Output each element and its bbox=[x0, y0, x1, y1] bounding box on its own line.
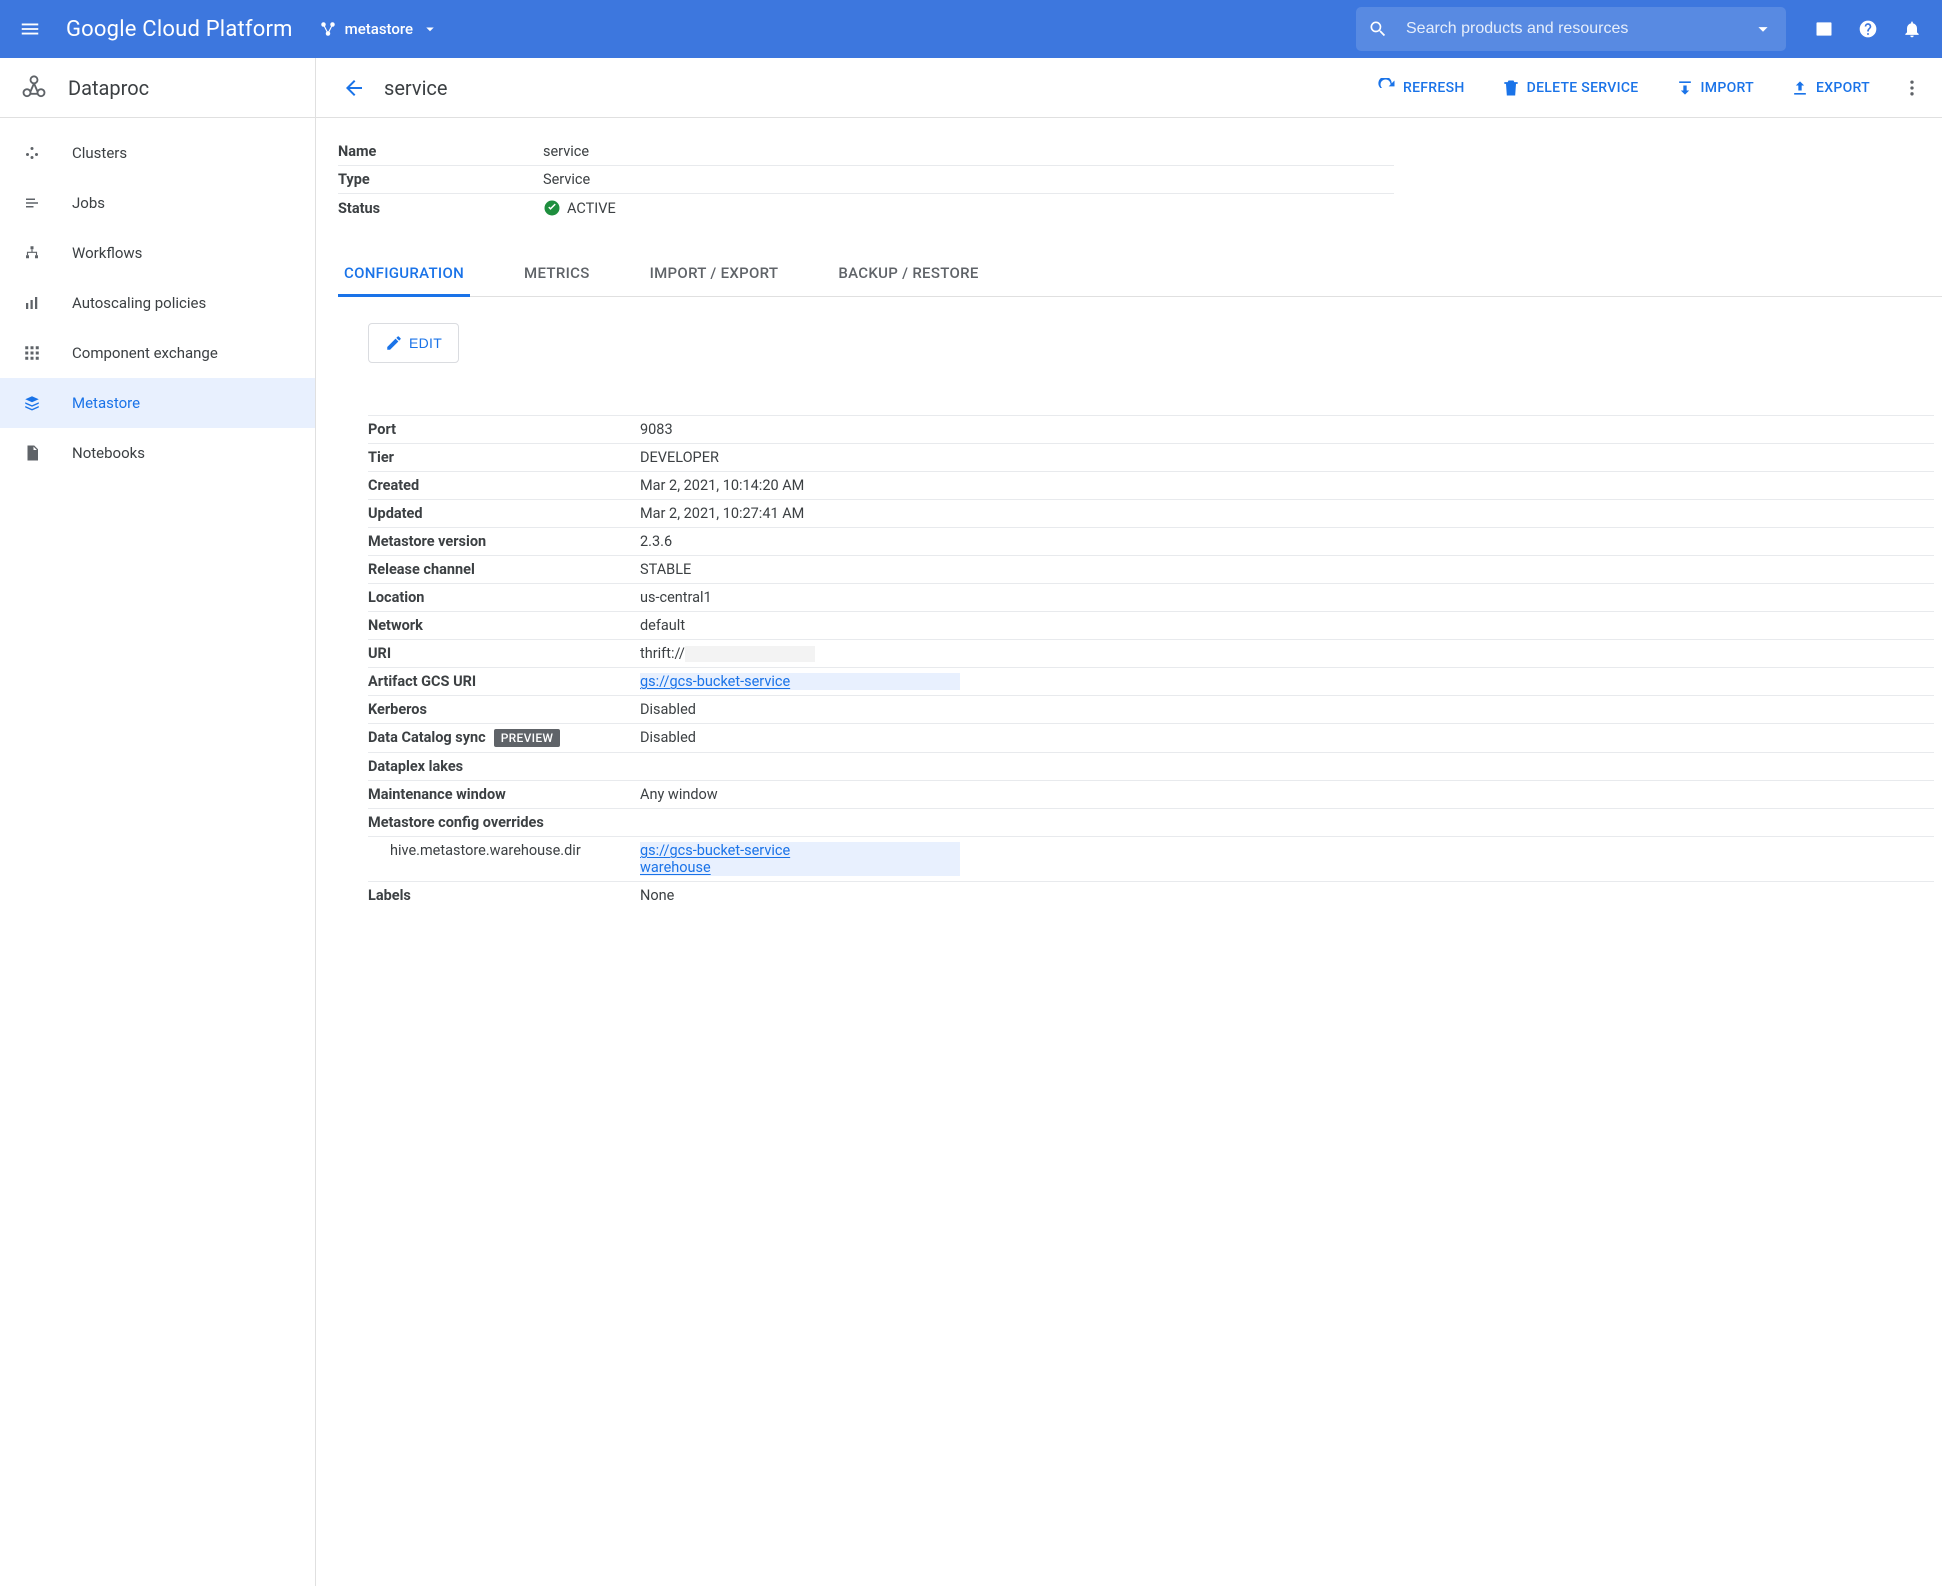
table-row: hive.metastore.warehouse.dirgs://gcs-buc… bbox=[368, 837, 1934, 882]
artifact-gcs-link[interactable]: gs://gcs-bucket-service bbox=[640, 673, 790, 690]
table-row: Type Service bbox=[338, 166, 1394, 194]
sidebar-item-label: Jobs bbox=[72, 194, 105, 212]
sidebar-title: Dataproc bbox=[68, 76, 149, 100]
table-row: Dataplex lakes bbox=[368, 753, 1934, 781]
metastore-icon bbox=[20, 394, 44, 412]
project-icon bbox=[319, 20, 337, 38]
notebooks-icon bbox=[20, 444, 44, 462]
sidebar-item-label: Workflows bbox=[72, 244, 142, 262]
delete-service-button[interactable]: DELETE SERVICE bbox=[1487, 68, 1653, 108]
table-row: Metastore version2.3.6 bbox=[368, 528, 1934, 556]
main-content: service REFRESH DELETE SERVICE IMPORT EX… bbox=[316, 58, 1942, 1586]
cloud-shell-icon[interactable] bbox=[1804, 9, 1844, 49]
sidebar: Dataproc Clusters Jobs Workflows Autosca… bbox=[0, 58, 316, 1586]
details-table: Port9083 TierDEVELOPER CreatedMar 2, 202… bbox=[368, 415, 1934, 909]
table-row: Port9083 bbox=[368, 416, 1934, 444]
table-row: Networkdefault bbox=[368, 612, 1934, 640]
sidebar-item-label: Autoscaling policies bbox=[72, 294, 206, 312]
summary-type-label: Type bbox=[338, 166, 543, 194]
override-link[interactable]: gs://gcs-bucket-service bbox=[640, 842, 790, 859]
notifications-icon[interactable] bbox=[1892, 9, 1932, 49]
search-box[interactable] bbox=[1356, 7, 1786, 51]
page-title: service bbox=[384, 76, 448, 100]
import-icon bbox=[1675, 78, 1695, 98]
sidebar-item-clusters[interactable]: Clusters bbox=[0, 128, 315, 178]
jobs-icon bbox=[20, 194, 44, 212]
search-input[interactable] bbox=[1404, 19, 1736, 39]
override-link[interactable]: warehouse bbox=[640, 859, 711, 876]
import-button[interactable]: IMPORT bbox=[1661, 68, 1768, 108]
table-row: Name service bbox=[338, 138, 1394, 166]
sidebar-item-label: Component exchange bbox=[72, 344, 218, 362]
tabs: CONFIGURATION METRICS IMPORT / EXPORT BA… bbox=[338, 254, 1942, 297]
autoscaling-icon bbox=[20, 294, 44, 312]
table-row: Metastore config overrides bbox=[368, 809, 1934, 837]
table-row: TierDEVELOPER bbox=[368, 444, 1934, 472]
dataproc-icon bbox=[20, 74, 48, 102]
edit-button[interactable]: EDIT bbox=[368, 323, 459, 363]
sidebar-item-workflows[interactable]: Workflows bbox=[0, 228, 315, 278]
brand-title[interactable]: Google Cloud Platform bbox=[54, 17, 305, 42]
clusters-icon bbox=[20, 144, 44, 162]
sidebar-item-label: Metastore bbox=[72, 394, 140, 412]
chevron-down-icon bbox=[421, 20, 439, 38]
main-header: service REFRESH DELETE SERVICE IMPORT EX… bbox=[316, 58, 1942, 118]
trash-icon bbox=[1501, 78, 1521, 98]
tab-backup-restore[interactable]: BACKUP / RESTORE bbox=[832, 254, 984, 296]
status-text: ACTIVE bbox=[567, 200, 616, 217]
table-row: Status ACTIVE bbox=[338, 194, 1394, 223]
pencil-icon bbox=[385, 334, 403, 352]
status-badge: ACTIVE bbox=[543, 199, 1394, 217]
refresh-icon bbox=[1377, 78, 1397, 98]
summary-type-value: Service bbox=[543, 166, 1394, 194]
tab-metrics[interactable]: METRICS bbox=[518, 254, 596, 296]
more-vert-icon bbox=[1902, 78, 1922, 98]
arrow-back-icon bbox=[342, 76, 366, 100]
check-circle-icon bbox=[543, 199, 561, 217]
table-row: KerberosDisabled bbox=[368, 696, 1934, 724]
sidebar-item-jobs[interactable]: Jobs bbox=[0, 178, 315, 228]
table-row: Release channelSTABLE bbox=[368, 556, 1934, 584]
workflows-icon bbox=[20, 244, 44, 262]
sidebar-item-metastore[interactable]: Metastore bbox=[0, 378, 315, 428]
refresh-button[interactable]: REFRESH bbox=[1363, 68, 1479, 108]
table-row: LabelsNone bbox=[368, 882, 1934, 910]
summary-table: Name service Type Service Status ACTIVE bbox=[338, 138, 1394, 222]
table-row: Data Catalog syncPREVIEWDisabled bbox=[368, 724, 1934, 753]
project-selector[interactable]: metastore bbox=[309, 11, 449, 47]
topbar: Google Cloud Platform metastore bbox=[0, 0, 1942, 58]
table-row: UpdatedMar 2, 2021, 10:27:41 AM bbox=[368, 500, 1934, 528]
sidebar-item-component-exchange[interactable]: Component exchange bbox=[0, 328, 315, 378]
preview-badge: PREVIEW bbox=[494, 729, 561, 747]
apps-grid-icon bbox=[20, 344, 44, 362]
table-row: URIthrift:// bbox=[368, 640, 1934, 668]
table-row: Maintenance windowAny window bbox=[368, 781, 1934, 809]
table-row: CreatedMar 2, 2021, 10:14:20 AM bbox=[368, 472, 1934, 500]
sidebar-item-autoscaling[interactable]: Autoscaling policies bbox=[0, 278, 315, 328]
tab-configuration[interactable]: CONFIGURATION bbox=[338, 254, 470, 296]
search-icon bbox=[1368, 19, 1388, 39]
export-button[interactable]: EXPORT bbox=[1776, 68, 1884, 108]
summary-name-value: service bbox=[543, 138, 1394, 166]
sidebar-item-notebooks[interactable]: Notebooks bbox=[0, 428, 315, 478]
redacted-content bbox=[685, 646, 815, 662]
back-button[interactable] bbox=[334, 68, 374, 108]
export-icon bbox=[1790, 78, 1810, 98]
sidebar-item-label: Clusters bbox=[72, 144, 127, 162]
summary-status-label: Status bbox=[338, 194, 543, 223]
table-row: Artifact GCS URIgs://gcs-bucket-service bbox=[368, 668, 1934, 696]
table-row: Locationus-central1 bbox=[368, 584, 1934, 612]
tab-import-export[interactable]: IMPORT / EXPORT bbox=[644, 254, 785, 296]
help-icon[interactable] bbox=[1848, 9, 1888, 49]
hamburger-menu-icon[interactable] bbox=[10, 9, 50, 49]
overflow-menu-button[interactable] bbox=[1892, 68, 1932, 108]
chevron-down-icon[interactable] bbox=[1752, 18, 1774, 40]
project-name: metastore bbox=[345, 20, 413, 38]
summary-name-label: Name bbox=[338, 138, 543, 166]
sidebar-header[interactable]: Dataproc bbox=[0, 58, 315, 118]
sidebar-item-label: Notebooks bbox=[72, 444, 145, 462]
